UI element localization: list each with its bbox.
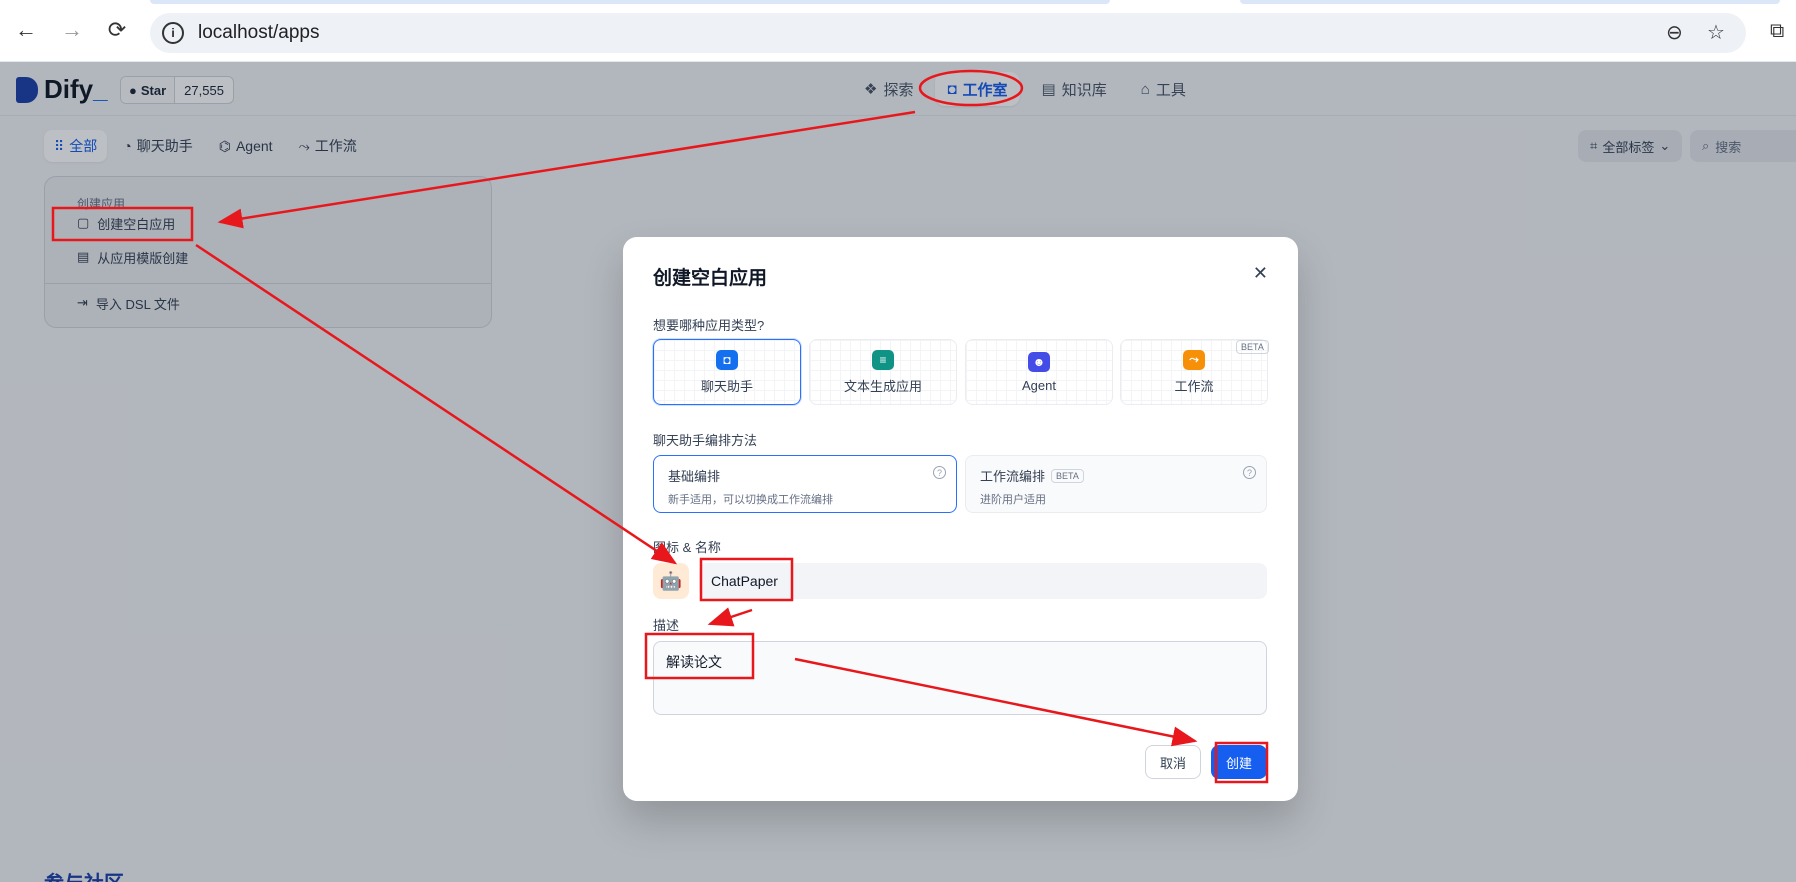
agent-robot-icon: ☻ xyxy=(1028,351,1050,372)
forward-icon[interactable]: → xyxy=(58,16,86,44)
url-text: localhost/apps xyxy=(198,22,320,43)
mode-workflow[interactable]: 工作流编排 BETA 进阶用户适用 ? xyxy=(965,455,1267,513)
app-type-label: 想要哪种应用类型? xyxy=(653,318,765,333)
create-blank-app-dialog: 创建空白应用 ✕ 想要哪种应用类型? ◘ 聊天助手 ≡ 文本生成应用 ☻ Age… xyxy=(623,237,1298,801)
address-bar[interactable]: i localhost/apps xyxy=(150,13,1746,53)
chat-assistant-icon: ◘ xyxy=(716,349,738,370)
type-chat-assistant[interactable]: ◘ 聊天助手 xyxy=(653,339,801,405)
bookmark-star-icon[interactable]: ☆ xyxy=(1707,20,1725,45)
help-icon[interactable]: ? xyxy=(1243,466,1256,479)
site-info-icon[interactable]: i xyxy=(162,22,184,44)
dialog-title: 创建空白应用 xyxy=(653,268,768,289)
beta-badge: BETA xyxy=(1236,340,1269,354)
mode-basic[interactable]: 基础编排 新手适用，可以切换成工作流编排 ? xyxy=(653,455,957,513)
browser-toolbar: ← → ⟳ i localhost/apps ⊖ ☆ ⧉ xyxy=(0,0,1796,62)
cancel-button[interactable]: 取消 xyxy=(1145,745,1201,779)
type-agent[interactable]: ☻ Agent xyxy=(965,339,1113,405)
text-generation-icon: ≡ xyxy=(872,349,894,370)
reload-icon[interactable]: ⟳ xyxy=(103,16,131,44)
help-icon[interactable]: ? xyxy=(933,466,946,479)
type-text-generation[interactable]: ≡ 文本生成应用 xyxy=(809,339,957,405)
app-icon-picker[interactable]: 🤖 xyxy=(653,563,689,599)
orchestration-label: 聊天助手编排方法 xyxy=(653,433,758,448)
app-name-input[interactable]: ChatPaper xyxy=(699,563,1267,599)
zoom-icon[interactable]: ⊖ xyxy=(1666,20,1683,45)
icon-name-label: 图标 & 名称 xyxy=(653,540,721,555)
tab-strip-secondary xyxy=(1240,0,1780,4)
workflow-type-icon: ⤳ xyxy=(1183,349,1205,370)
create-button[interactable]: 创建 xyxy=(1211,745,1267,779)
close-icon[interactable]: ✕ xyxy=(1253,263,1268,284)
description-textarea[interactable]: 解读论文 xyxy=(653,641,1267,715)
description-label: 描述 xyxy=(653,618,680,633)
tab-strip xyxy=(150,0,1110,4)
extension-icon[interactable]: ⧉ xyxy=(1770,20,1784,43)
beta-badge: BETA xyxy=(1051,468,1084,483)
back-icon[interactable]: ← xyxy=(12,16,40,44)
